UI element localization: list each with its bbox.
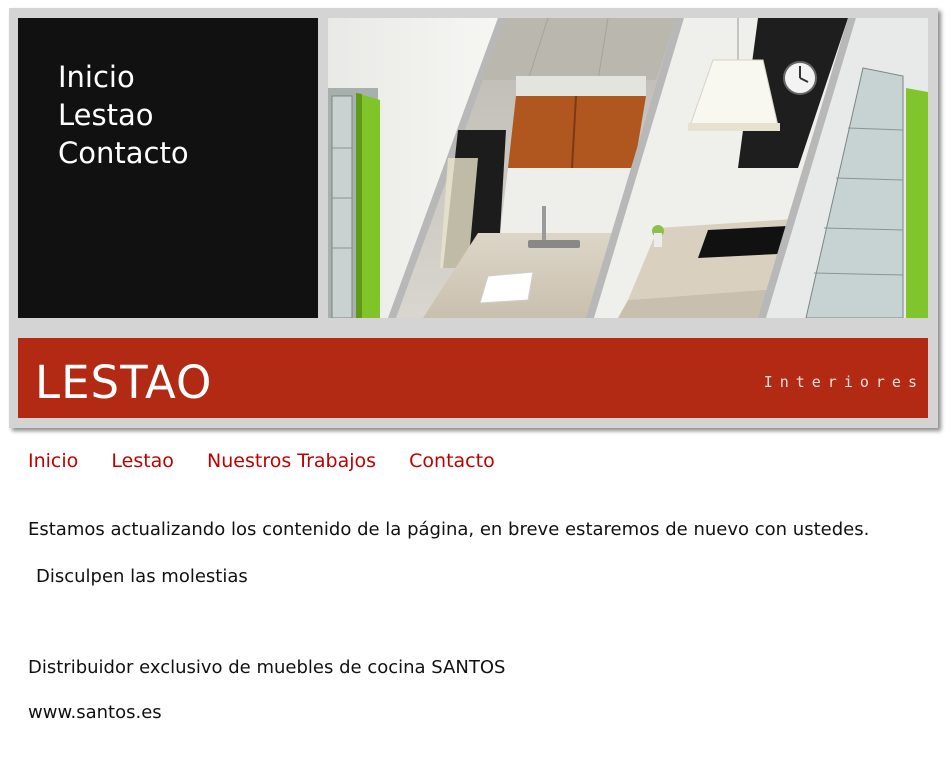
side-menu-item-lestao[interactable]: Lestao (58, 96, 318, 134)
brand-tagline: Interiores (763, 373, 924, 391)
header: Inicio Lestao Contacto LESTAO Interiores (9, 8, 938, 428)
side-menu-item-inicio[interactable]: Inicio (58, 58, 318, 96)
nav-link-inicio[interactable]: Inicio (28, 450, 78, 472)
brand-banner: LESTAO Interiores (18, 338, 928, 418)
distributor-text: Distribuidor exclusivo de muebles de coc… (28, 657, 506, 678)
main-content: Estamos actualizando los contenido de la… (28, 518, 928, 725)
photo-collage (328, 18, 928, 318)
side-menu: Inicio Lestao Contacto (18, 18, 318, 318)
update-message: Estamos actualizando los contenido de la… (28, 519, 870, 540)
website-text: www.santos.es (28, 702, 162, 723)
brand-title: LESTAO (35, 356, 213, 409)
side-menu-item-contacto[interactable]: Contacto (58, 134, 318, 172)
nav-link-contacto[interactable]: Contacto (409, 450, 495, 472)
kitchen-photos (328, 18, 928, 318)
main-nav: Inicio Lestao Nuestros Trabajos Contacto (28, 450, 523, 472)
nav-link-nuestros-trabajos[interactable]: Nuestros Trabajos (207, 450, 376, 472)
apology-text: Disculpen las molestias (36, 566, 248, 587)
nav-link-lestao[interactable]: Lestao (111, 450, 174, 472)
